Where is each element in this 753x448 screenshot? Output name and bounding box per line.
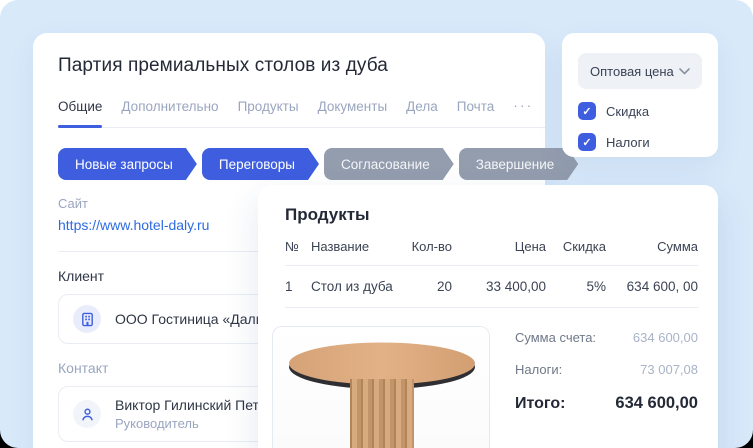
more-tabs-icon[interactable]: ··· — [513, 97, 533, 127]
invoice-sum-value: 634 600,00 — [633, 330, 698, 345]
table-row[interactable]: 1 Стол из дуба 20 33 400,00 5% 634 600, … — [285, 266, 698, 307]
building-icon — [73, 305, 101, 333]
tab-documents[interactable]: Документы — [318, 99, 388, 127]
person-icon — [73, 400, 101, 428]
tab-additional[interactable]: Дополнительно — [121, 99, 218, 127]
cell-number: 1 — [285, 266, 311, 307]
grand-total-value: 634 600,00 — [615, 394, 698, 413]
cell-qty: 20 — [396, 266, 452, 307]
col-discount: Скидка — [546, 239, 606, 265]
tab-general[interactable]: Общие — [58, 99, 102, 127]
taxes-row: Налоги: 73 007,08 — [515, 362, 698, 394]
price-type-value: Оптовая цена — [590, 64, 674, 79]
page-title: Партия премиальных столов из дуба — [58, 55, 545, 77]
products-card: Продукты № Название Кол-во Цена Скидка С… — [258, 185, 718, 448]
totals-summary: Сумма счета: 634 600,00 Налоги: 73 007,0… — [515, 326, 698, 448]
col-qty: Кол-во — [396, 239, 452, 265]
stage-approval[interactable]: Согласование — [324, 148, 454, 180]
tab-products[interactable]: Продукты — [238, 99, 299, 127]
deal-tabs: Общие Дополнительно Продукты Документы Д… — [58, 97, 545, 128]
pipeline-stages: Новые запросы Переговоры Согласование За… — [58, 148, 545, 180]
cell-discount: 5% — [546, 266, 606, 307]
taxes-label: Налоги — [606, 135, 650, 150]
invoice-sum-row: Сумма счета: 634 600,00 — [515, 330, 698, 362]
col-price: Цена — [452, 239, 546, 265]
client-name: ООО Гостиница «Дали» — [115, 311, 271, 327]
products-title: Продукты — [258, 185, 718, 225]
site-link[interactable]: https://www.hotel-daly.ru — [58, 217, 209, 233]
page-background: Партия премиальных столов из дуба Общие … — [0, 0, 753, 448]
product-image[interactable] — [272, 326, 490, 448]
stage-negotiation[interactable]: Переговоры — [202, 148, 319, 180]
grand-total-label: Итого: — [515, 395, 565, 413]
chevron-down-icon — [679, 62, 690, 80]
cell-name: Стол из дуба — [311, 266, 396, 307]
products-table: № Название Кол-во Цена Скидка Сумма 1 Ст… — [258, 239, 718, 308]
stage-new-requests[interactable]: Новые запросы — [58, 148, 197, 180]
col-number: № — [285, 239, 311, 265]
grand-total-row: Итого: 634 600,00 — [515, 394, 698, 426]
price-type-dropdown[interactable]: Оптовая цена — [578, 53, 702, 89]
invoice-sum-label: Сумма счета: — [515, 330, 596, 345]
cell-sum: 634 600, 00 — [606, 266, 698, 307]
taxes-checkbox-row[interactable]: ✓ Налоги — [578, 133, 702, 151]
tab-tasks[interactable]: Дела — [406, 99, 438, 127]
price-panel: Оптовая цена ✓ Скидка ✓ Налоги — [562, 33, 718, 157]
screenshot-frame: Партия премиальных столов из дуба Общие … — [0, 0, 753, 448]
divider — [285, 307, 698, 308]
discount-checkbox-row[interactable]: ✓ Скидка — [578, 102, 702, 120]
discount-checkbox[interactable]: ✓ — [578, 102, 596, 120]
taxes-total-value: 73 007,08 — [640, 362, 698, 377]
taxes-checkbox[interactable]: ✓ — [578, 133, 596, 151]
discount-label: Скидка — [606, 104, 649, 119]
tab-mail[interactable]: Почта — [457, 99, 495, 127]
products-table-header: № Название Кол-во Цена Скидка Сумма — [285, 239, 698, 265]
col-name: Название — [311, 239, 396, 265]
cell-price: 33 400,00 — [452, 266, 546, 307]
stage-completion[interactable]: Завершение — [459, 148, 579, 180]
taxes-total-label: Налоги: — [515, 362, 562, 377]
col-sum: Сумма — [606, 239, 698, 265]
